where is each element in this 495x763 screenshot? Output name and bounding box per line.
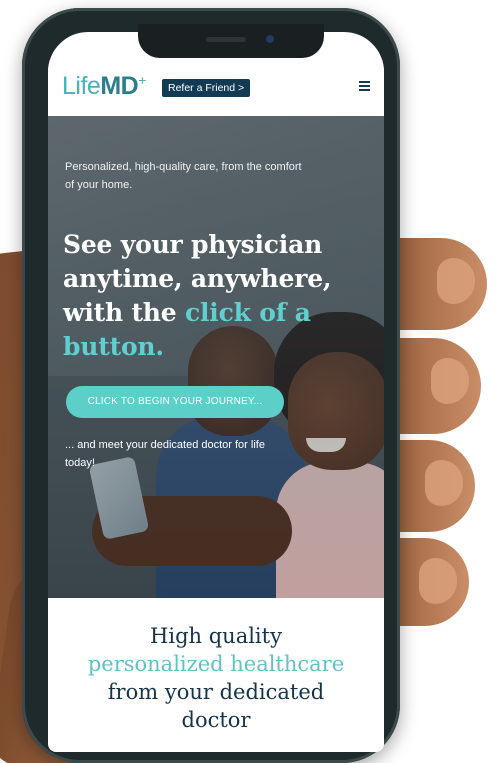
refer-a-friend-button[interactable]: Refer a Friend > <box>162 79 251 97</box>
menu-bar <box>359 85 370 87</box>
product-mockup: LifeMD+ Refer a Friend > Personalized, h… <box>0 0 495 763</box>
section-heading: High quality personalized healthcare fro… <box>48 622 384 734</box>
hamburger-menu-icon[interactable] <box>359 81 370 92</box>
section-heading-line4: doctor <box>181 708 251 732</box>
site-header: LifeMD+ Refer a Friend > <box>48 60 384 116</box>
hero-tagline: ... and meet your dedicated doctor for l… <box>65 439 265 469</box>
logo-life-text: Life <box>62 72 101 100</box>
logo-md-text: MD <box>100 72 139 100</box>
section-heading-line3: from your dedicated <box>107 680 325 704</box>
menu-bar <box>359 81 370 83</box>
phone-notch <box>138 24 324 58</box>
hero-section: Personalized, high-quality care, from th… <box>48 116 384 598</box>
finger-nail <box>419 558 457 604</box>
section-heading-accent: personalized healthcare <box>87 652 345 676</box>
smartphone-device: LifeMD+ Refer a Friend > Personalized, h… <box>22 8 400 763</box>
phone-screen: LifeMD+ Refer a Friend > Personalized, h… <box>48 32 384 752</box>
finger-nail <box>431 358 469 404</box>
hero-subtitle: Personalized, high-quality care, from th… <box>65 161 302 191</box>
finger-nail <box>437 258 475 304</box>
logo-plus-icon: + <box>138 72 146 88</box>
lifemd-logo[interactable]: LifeMD+ <box>62 72 146 101</box>
finger-nail <box>425 460 463 506</box>
speaker-grille <box>206 37 246 42</box>
section-heading-line1: High quality <box>150 624 282 648</box>
begin-journey-button[interactable]: CLICK TO BEGIN YOUR JOURNEY... <box>66 386 284 418</box>
hero-headline: See your physician anytime, anywhere, wi… <box>63 228 381 364</box>
menu-bar <box>359 89 370 91</box>
front-camera-icon <box>266 35 274 43</box>
